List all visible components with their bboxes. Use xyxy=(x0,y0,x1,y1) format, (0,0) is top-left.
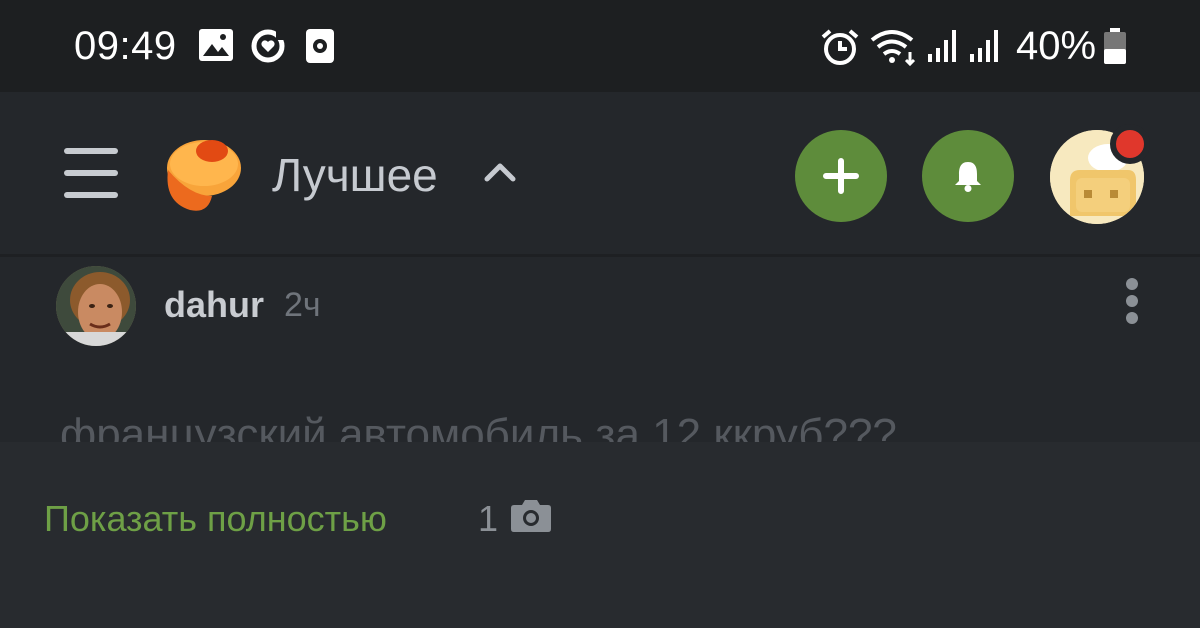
sync-heart-icon xyxy=(251,29,286,63)
photo-count: 1 xyxy=(478,498,499,539)
author-avatar[interactable] xyxy=(56,266,136,346)
battery-percent: 40% xyxy=(1016,24,1097,68)
chevron-up-icon[interactable] xyxy=(484,160,516,184)
notifications-button[interactable] xyxy=(922,130,1014,222)
signal-icon xyxy=(970,30,998,62)
add-post-button[interactable] xyxy=(795,130,887,222)
camera-icon xyxy=(511,500,551,532)
screen-record-icon xyxy=(306,29,334,63)
status-bar: 09:49 40% xyxy=(0,0,1200,92)
bell-icon xyxy=(955,162,981,192)
menu-button[interactable] xyxy=(64,148,118,200)
show-more-link[interactable]: Показать полностью xyxy=(44,498,387,540)
alarm-icon xyxy=(821,29,859,65)
status-time: 09:49 xyxy=(74,24,177,68)
post-text: французский автомобиль за 12 ккруб??? xyxy=(60,410,897,442)
plus-icon xyxy=(823,158,859,194)
notification-badge xyxy=(1110,124,1150,164)
hamburger-icon xyxy=(64,148,118,154)
post-time: 2ч xyxy=(284,286,321,324)
more-vertical-icon xyxy=(1126,278,1138,290)
wifi-icon xyxy=(870,30,916,66)
battery-icon xyxy=(1104,28,1126,64)
more-options-button[interactable] xyxy=(1120,278,1144,328)
signal-icon xyxy=(928,30,956,62)
author-photo xyxy=(56,266,136,346)
feed-title[interactable]: Лучшее xyxy=(272,148,438,202)
gallery-icon xyxy=(199,29,233,61)
author-name[interactable]: dahur xyxy=(164,284,264,326)
pikabu-logo[interactable] xyxy=(160,130,244,214)
